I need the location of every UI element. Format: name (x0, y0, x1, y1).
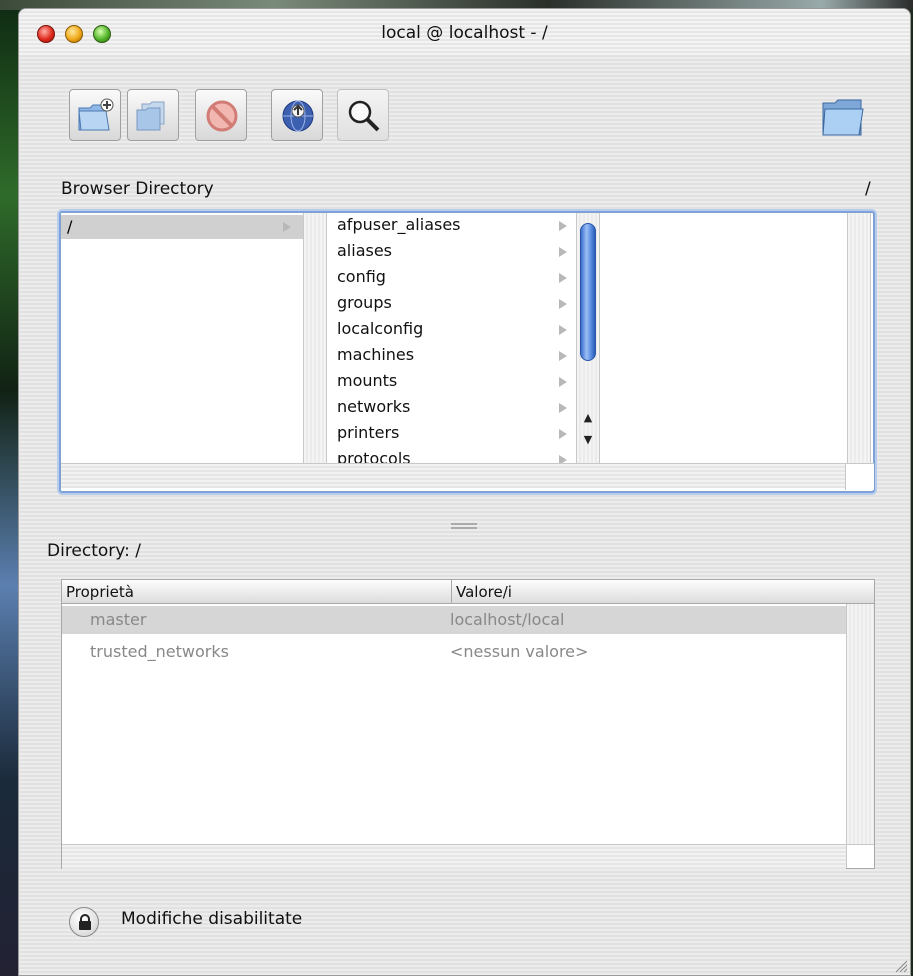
disclosure-arrow-icon (559, 221, 567, 231)
disclosure-arrow-icon (559, 325, 567, 335)
split-view-handle[interactable] (451, 523, 477, 529)
duplicate-directory-button[interactable] (127, 89, 179, 141)
new-folder-icon (78, 98, 114, 131)
table-row[interactable]: master localhost/local (62, 606, 846, 634)
browser-item[interactable]: networks (337, 397, 577, 423)
directory-browser: / afpuser_aliases aliases config groups … (59, 211, 875, 493)
disclosure-arrow-icon (559, 429, 567, 439)
browser-item[interactable]: aliases (337, 241, 577, 267)
window-title: local @ localhost - / (381, 23, 548, 43)
property-value: localhost/local (450, 610, 565, 629)
disclosure-arrow-icon (559, 377, 567, 387)
scroll-up-arrow-icon[interactable]: ▲ (579, 409, 597, 427)
table-row[interactable]: trusted_networks <nessun valore> (62, 638, 846, 666)
browser-item[interactable]: localconfig (337, 319, 577, 345)
disclosure-arrow-icon (559, 273, 567, 283)
search-magnifier-icon (348, 100, 380, 132)
column-header-corner (846, 580, 874, 604)
browser-item[interactable]: mounts (337, 371, 577, 397)
scroll-corner (846, 844, 874, 868)
browser-column-2: afpuser_aliases aliases config groups lo… (331, 213, 601, 463)
network-globe-icon (282, 100, 314, 132)
column-1-scrollbar[interactable] (303, 213, 327, 463)
browser-column-1: / (61, 213, 303, 463)
scroll-down-arrow-icon[interactable]: ▼ (579, 431, 597, 449)
disclosure-arrow-icon (559, 351, 567, 361)
browser-directory-label: Browser Directory (61, 179, 214, 199)
browser-item[interactable]: machines (337, 345, 577, 371)
browser-item-label: localconfig (337, 319, 424, 338)
domain-folder[interactable] (819, 93, 867, 145)
browser-item[interactable]: groups (337, 293, 577, 319)
lock-button[interactable] (69, 907, 99, 937)
browser-item-label: / (67, 217, 73, 236)
title-bar[interactable]: local @ localhost - / (19, 9, 910, 55)
property-key: master (90, 610, 147, 629)
disclosure-arrow-icon (283, 222, 291, 232)
scroll-corner (845, 463, 874, 490)
directory-label: Directory: / (47, 541, 141, 561)
scroll-thumb[interactable] (580, 223, 596, 361)
property-value: <nessun valore> (450, 642, 589, 661)
browser-item-label: afpuser_aliases (337, 215, 461, 234)
lock-icon (79, 914, 91, 930)
new-directory-button[interactable] (69, 89, 121, 141)
properties-table: Proprietà Valore/i master localhost/loca… (61, 579, 875, 869)
browser-item-label: printers (337, 423, 400, 442)
browser-horizontal-scrollbar[interactable] (61, 463, 845, 488)
search-button[interactable] (337, 89, 389, 141)
delete-directory-button[interactable] (195, 89, 247, 141)
folder-icon (822, 99, 864, 136)
browser-item-label: machines (337, 345, 415, 364)
browser-item-label: networks (337, 397, 411, 416)
browser-item[interactable]: printers (337, 423, 577, 449)
properties-horizontal-scrollbar[interactable] (62, 844, 846, 869)
lock-status-text: Modifiche disabilitate (121, 909, 303, 929)
browser-item-label: mounts (337, 371, 398, 390)
browser-item-root[interactable]: / (61, 215, 303, 239)
browser-item[interactable]: protocols (337, 449, 577, 463)
browser-item[interactable]: config (337, 267, 577, 293)
disclosure-arrow-icon (559, 455, 567, 463)
browser-path: / (865, 179, 871, 199)
domain-button[interactable] (271, 89, 323, 141)
column-2-scrollbar[interactable]: ▲ ▼ (576, 213, 600, 463)
property-key: trusted_networks (90, 642, 229, 661)
disclosure-arrow-icon (559, 299, 567, 309)
browser-item-label: groups (337, 293, 392, 312)
duplicate-folder-icon (136, 101, 165, 131)
column-header-value[interactable]: Valore/i (452, 580, 846, 604)
browser-item-label: aliases (337, 241, 393, 260)
column-header-property[interactable]: Proprietà (62, 580, 452, 604)
column-3-scrollbar[interactable] (847, 213, 871, 463)
browser-column-3 (605, 213, 847, 463)
delete-icon (206, 100, 238, 132)
resize-grip-icon[interactable] (894, 959, 908, 973)
netinfo-manager-window: local @ localhost - / Browser Directory … (18, 8, 911, 976)
browser-item[interactable]: afpuser_aliases (337, 215, 577, 241)
browser-item-label: protocols (337, 449, 411, 463)
browser-item-label: config (337, 267, 386, 286)
disclosure-arrow-icon (559, 403, 567, 413)
disclosure-arrow-icon (559, 247, 567, 257)
properties-vertical-scrollbar[interactable] (846, 604, 874, 844)
